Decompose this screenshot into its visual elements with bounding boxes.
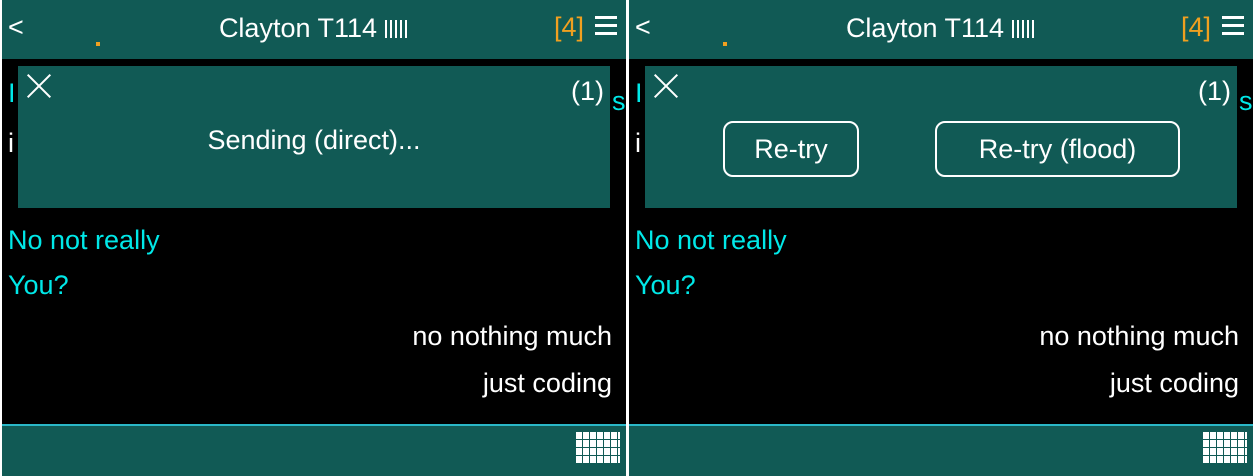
- retry-flood-button[interactable]: Re-try (flood): [935, 121, 1180, 177]
- retry-dialog: (1) Re-try Re-try (flood): [645, 66, 1237, 208]
- incoming-message: No not really: [8, 225, 160, 255]
- chat-screen-sending: < Clayton T114 [4] I i s No not really Y…: [2, 0, 626, 476]
- hidden-message-fragment: s: [612, 86, 626, 116]
- send-status-dialog: (1) Sending (direct)...: [18, 66, 610, 208]
- hidden-message-fragment: s: [1239, 86, 1253, 116]
- keyboard-icon[interactable]: [576, 432, 620, 464]
- unread-count-badge[interactable]: [4]: [1181, 12, 1211, 42]
- input-bar: [629, 424, 1253, 476]
- contact-name: Clayton T114: [218, 13, 378, 43]
- unread-count-badge[interactable]: [4]: [554, 12, 584, 42]
- queue-count: (1): [1198, 76, 1231, 106]
- chat-screen-retry: < Clayton T114 [4] I i s No not really Y…: [629, 0, 1253, 476]
- queue-count: (1): [571, 76, 604, 106]
- retry-button[interactable]: Re-try: [723, 121, 859, 177]
- signal-icon: [385, 18, 409, 38]
- menu-icon[interactable]: [1222, 16, 1244, 36]
- hidden-message-fragment: i: [8, 128, 14, 158]
- title-bar: < Clayton T114 [4]: [629, 0, 1253, 59]
- hidden-message-fragment: i: [635, 128, 641, 158]
- sending-status-text: Sending (direct)...: [207, 125, 421, 155]
- hidden-message-fragment: I: [8, 78, 16, 108]
- close-icon[interactable]: [653, 73, 679, 99]
- keyboard-icon[interactable]: [1203, 432, 1247, 464]
- outgoing-message: just coding: [482, 368, 612, 398]
- input-bar: [2, 424, 626, 476]
- menu-icon[interactable]: [595, 16, 617, 36]
- title-bar: < Clayton T114 [4]: [2, 0, 626, 59]
- outgoing-message: just coding: [1109, 368, 1239, 398]
- contact-title: Clayton T114: [2, 13, 626, 43]
- incoming-message: No not really: [635, 225, 787, 255]
- contact-name: Clayton T114: [845, 13, 1005, 43]
- hidden-message-fragment: I: [635, 78, 643, 108]
- incoming-message: You?: [635, 270, 696, 300]
- outgoing-message: no nothing much: [1039, 321, 1239, 351]
- contact-title: Clayton T114: [629, 13, 1253, 43]
- outgoing-message: no nothing much: [412, 321, 612, 351]
- signal-icon: [1012, 18, 1036, 38]
- close-icon[interactable]: [26, 73, 52, 99]
- incoming-message: You?: [8, 270, 69, 300]
